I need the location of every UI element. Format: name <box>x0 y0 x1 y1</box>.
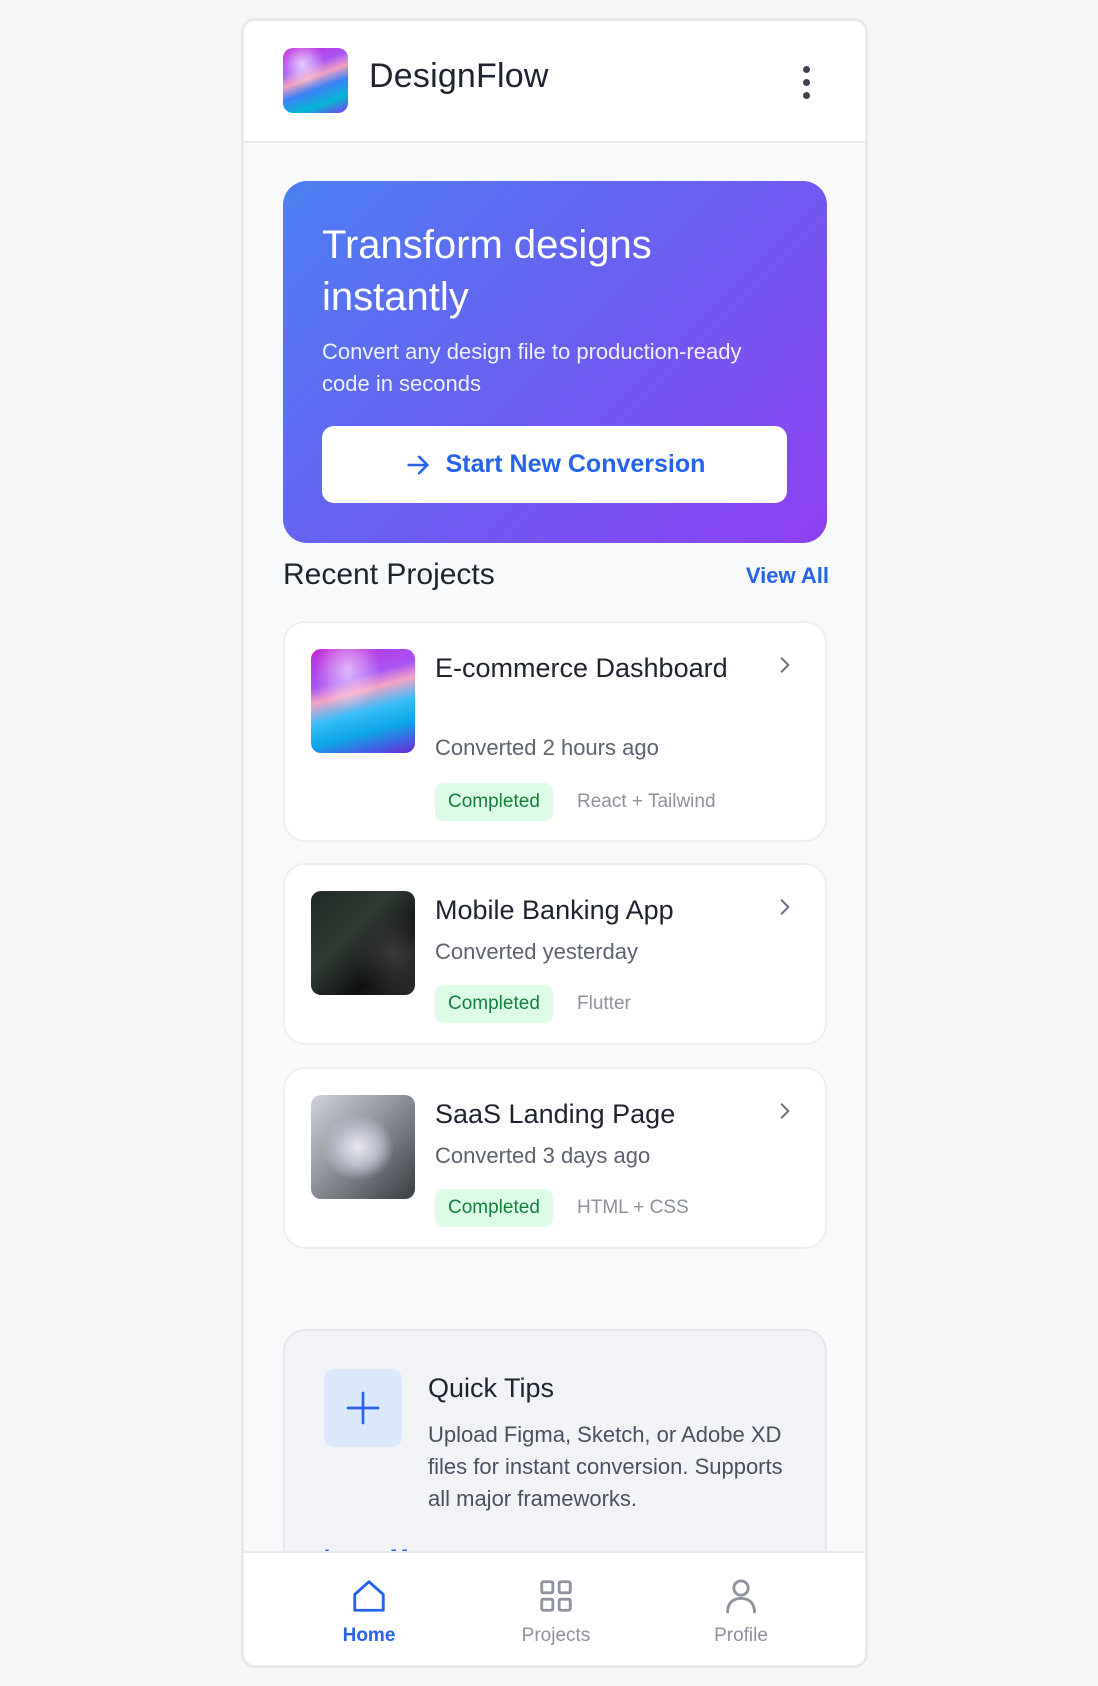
plus-icon <box>346 1391 380 1425</box>
nav-projects[interactable]: Projects <box>486 1577 626 1647</box>
app-title: DesignFlow <box>369 57 549 95</box>
project-converted-time: Converted 2 hours ago <box>435 735 659 760</box>
bottom-nav: Home Projects Profile <box>244 1551 865 1665</box>
user-icon <box>726 1579 756 1614</box>
status-badge: Completed <box>435 783 553 821</box>
project-card[interactable]: E-commerce Dashboard Converted 2 hours a… <box>283 621 827 842</box>
home-icon <box>353 1580 385 1612</box>
nav-home-label: Home <box>342 1625 396 1646</box>
app-logo <box>283 48 348 113</box>
app-frame: DesignFlow Transform designs instantly C… <box>241 18 868 1668</box>
hero-banner: Transform designs instantly Convert any … <box>283 181 827 543</box>
project-name: SaaS Landing Page <box>435 1099 676 1129</box>
project-tech: React + Tailwind <box>577 791 716 812</box>
nav-profile-label: Profile <box>714 1625 768 1646</box>
project-converted-time: Converted 3 days ago <box>435 1143 651 1168</box>
chevron-right-icon <box>780 1103 790 1119</box>
project-name: E-commerce Dashboard <box>435 653 728 683</box>
quick-tips-card: Quick Tips Upload Figma, Sketch, or Adob… <box>283 1329 827 1589</box>
project-thumbnail <box>311 891 415 995</box>
status-badge: Completed <box>435 985 553 1023</box>
more-vertical-icon <box>802 65 810 73</box>
project-name: Mobile Banking App <box>435 895 674 925</box>
project-card[interactable]: Mobile Banking App Converted yesterday C… <box>283 863 827 1045</box>
hero-title: Transform designs instantly <box>322 223 652 319</box>
project-tech: HTML + CSS <box>577 1197 689 1218</box>
grid-icon <box>540 1580 572 1612</box>
view-all-link[interactable]: View All <box>746 563 829 589</box>
quick-tips-text: Upload Figma, Sketch, or Adobe XD files … <box>428 1422 783 1511</box>
start-conversion-button[interactable]: Start New Conversion <box>322 426 787 503</box>
project-card[interactable]: SaaS Landing Page Converted 3 days ago C… <box>283 1067 827 1249</box>
nav-projects-label: Projects <box>521 1625 591 1646</box>
start-conversion-label: Start New Conversion <box>445 450 706 478</box>
arrow-right-icon <box>406 455 429 474</box>
project-thumbnail <box>311 649 415 753</box>
nav-profile[interactable]: Profile <box>671 1577 811 1647</box>
project-converted-time: Converted yesterday <box>435 939 638 964</box>
more-menu-button[interactable] <box>779 57 833 107</box>
chevron-right-icon <box>780 899 790 915</box>
project-tech: Flutter <box>577 993 631 1014</box>
status-badge: Completed <box>435 1189 553 1227</box>
recent-projects-title: Recent Projects <box>283 558 495 591</box>
quick-tips-title: Quick Tips <box>428 1373 555 1403</box>
project-thumbnail <box>311 1095 415 1199</box>
hero-subtitle: Convert any design file to production-re… <box>322 339 742 396</box>
chevron-right-icon <box>780 657 790 673</box>
add-file-button[interactable] <box>324 1369 402 1447</box>
app-header: DesignFlow <box>244 21 865 143</box>
nav-home[interactable]: Home <box>299 1577 439 1647</box>
